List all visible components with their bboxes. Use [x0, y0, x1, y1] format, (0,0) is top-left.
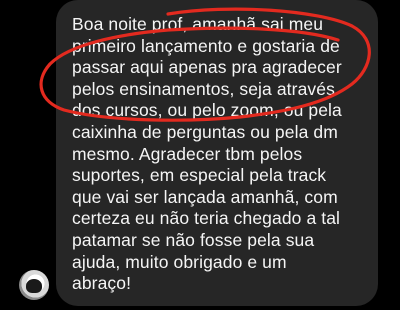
message-line: abraço! — [72, 273, 132, 294]
message-line: mesmo. Agradecer tbm pelos — [72, 143, 303, 164]
message-line: dos cursos, ou pelo zoom, ou pela — [72, 100, 342, 121]
message-line: que vai ser lançada amanhã, com — [72, 186, 338, 207]
sender-avatar[interactable] — [19, 270, 49, 300]
message-bubble[interactable]: Boa noite prof, amanhã sai meu primeiro … — [56, 0, 378, 306]
message-text: Boa noite prof, amanhã sai meu primeiro … — [72, 14, 372, 295]
message-line: passar aqui apenas pra agradecer — [72, 57, 342, 78]
message-line: certeza eu não teria chegado a tal — [72, 208, 341, 229]
message-line: primeiro lançamento e gostaria de — [72, 35, 340, 56]
message-line: Boa noite prof, amanhã sai meu — [72, 14, 324, 34]
message-line: caixinha de perguntas ou pela dm — [72, 121, 338, 142]
message-line: pelos ensinamentos, seja através — [72, 78, 335, 99]
avatar-silhouette — [26, 279, 42, 293]
message-line: patamar se não fosse pela sua — [72, 229, 315, 250]
direct-message-thread: Boa noite prof, amanhã sai meu primeiro … — [0, 0, 400, 310]
message-line: ajuda, muito obrigado e um — [72, 251, 287, 272]
message-line: suportes, em especial pela track — [72, 165, 327, 186]
